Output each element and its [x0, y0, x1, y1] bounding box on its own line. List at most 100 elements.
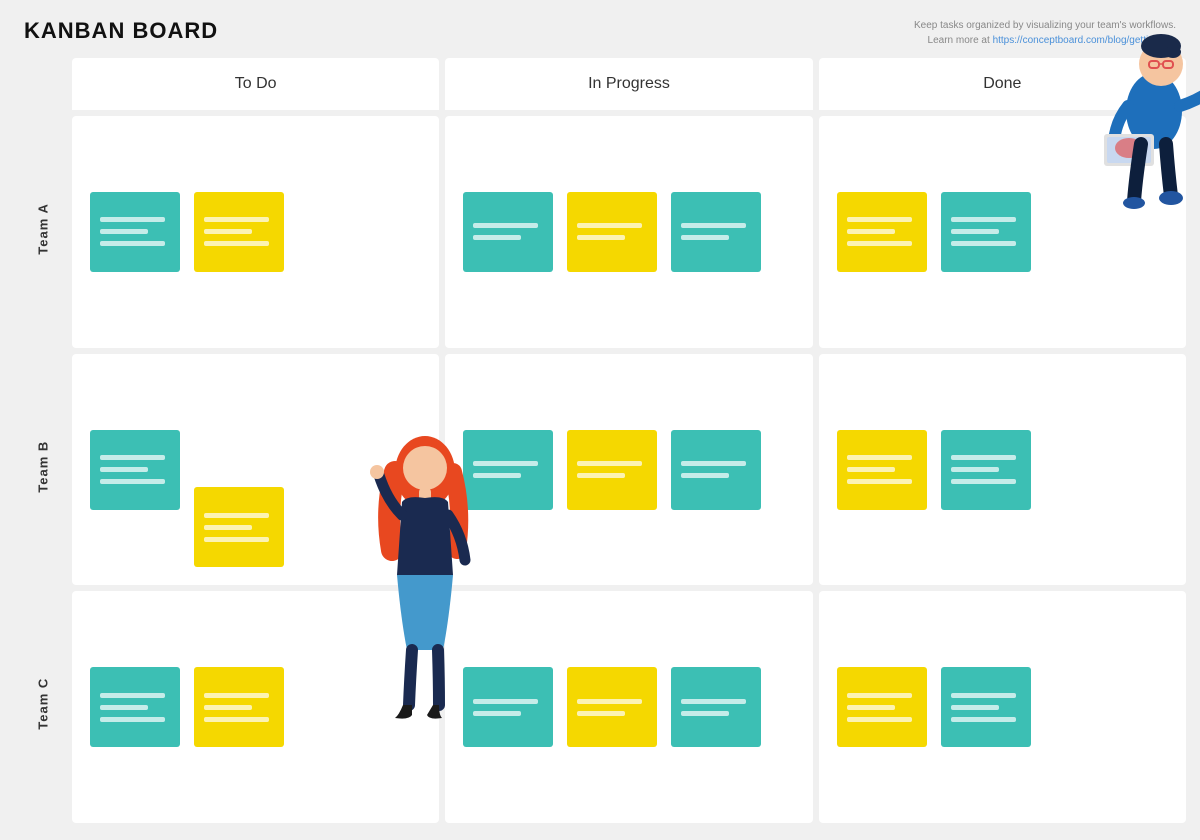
- card-line: [681, 461, 746, 466]
- card-line: [100, 717, 165, 722]
- card-line: [847, 455, 912, 460]
- card-line: [473, 473, 521, 478]
- card-line: [847, 479, 912, 484]
- board-rows: [72, 116, 1186, 823]
- header: KANBAN BOARD Keep tasks organized by vis…: [0, 0, 1200, 58]
- card-b-done-2: [941, 430, 1031, 510]
- card-c-ip-2: [567, 667, 657, 747]
- card-line: [681, 711, 729, 716]
- card-line: [847, 717, 912, 722]
- card-line: [100, 241, 165, 246]
- col-header-done: Done: [819, 58, 1186, 110]
- card-line: [681, 235, 729, 240]
- card-line: [100, 229, 148, 234]
- card-line: [577, 473, 625, 478]
- card-line: [577, 711, 625, 716]
- card-a-todo-1: [90, 192, 180, 272]
- card-b-done-1: [837, 430, 927, 510]
- card-a-ip-2: [567, 192, 657, 272]
- card-line: [951, 479, 1016, 484]
- card-line: [204, 241, 269, 246]
- card-line: [100, 705, 148, 710]
- card-line: [577, 699, 642, 704]
- card-b-todo-1: [90, 430, 180, 510]
- board-row-team-b: [72, 354, 1186, 586]
- cell-b-done: [819, 354, 1186, 586]
- cell-a-todo: [72, 116, 439, 348]
- card-line: [100, 467, 148, 472]
- card-line: [847, 467, 895, 472]
- card-line: [681, 699, 746, 704]
- row-label-team-c: Team C: [14, 585, 72, 823]
- card-a-ip-3: [671, 192, 761, 272]
- card-line: [100, 693, 165, 698]
- header-link[interactable]: https://conceptboard.com/blog/getting-s.…: [993, 35, 1176, 46]
- card-line: [951, 717, 1016, 722]
- card-line: [204, 693, 269, 698]
- cell-a-inprogress: [445, 116, 812, 348]
- card-line: [847, 241, 912, 246]
- card-line: [100, 479, 165, 484]
- card-line: [577, 235, 625, 240]
- card-a-ip-1: [463, 192, 553, 272]
- card-b-ip-2: [567, 430, 657, 510]
- board: To Do In Progress Done: [72, 58, 1186, 823]
- card-line: [951, 693, 1016, 698]
- card-b-todo-2: [194, 487, 284, 567]
- card-line: [847, 229, 895, 234]
- card-line: [473, 223, 538, 228]
- col-header-inprogress: In Progress: [445, 58, 812, 110]
- card-line: [847, 693, 912, 698]
- card-a-done-1: [837, 192, 927, 272]
- card-line: [577, 223, 642, 228]
- row-label-team-b: Team B: [14, 348, 72, 586]
- cell-c-todo: [72, 591, 439, 823]
- card-line: [951, 467, 999, 472]
- card-c-done-2: [941, 667, 1031, 747]
- card-line: [951, 705, 999, 710]
- card-line: [951, 217, 1016, 222]
- card-line: [681, 223, 746, 228]
- card-line: [473, 461, 538, 466]
- column-headers: To Do In Progress Done: [72, 58, 1186, 110]
- cell-b-todo: [72, 354, 439, 586]
- card-line: [951, 455, 1016, 460]
- cell-c-done: [819, 591, 1186, 823]
- card-line: [473, 711, 521, 716]
- card-line: [204, 217, 269, 222]
- card-b-ip-3: [671, 430, 761, 510]
- card-line: [204, 537, 269, 542]
- card-line: [204, 525, 252, 530]
- card-line: [473, 699, 538, 704]
- card-line: [847, 705, 895, 710]
- board-row-team-a: [72, 116, 1186, 348]
- card-c-ip-1: [463, 667, 553, 747]
- card-a-todo-2: [194, 192, 284, 272]
- row-labels: Team A Team B Team C: [14, 58, 72, 823]
- board-row-team-c: [72, 591, 1186, 823]
- card-c-ip-3: [671, 667, 761, 747]
- card-line: [473, 235, 521, 240]
- card-line: [100, 455, 165, 460]
- card-c-todo-1: [90, 667, 180, 747]
- card-line: [204, 229, 252, 234]
- col-header-todo: To Do: [72, 58, 439, 110]
- cell-a-done: [819, 116, 1186, 348]
- card-line: [577, 461, 642, 466]
- card-line: [847, 217, 912, 222]
- cell-b-inprogress: [445, 354, 812, 586]
- card-a-done-2: [941, 192, 1031, 272]
- cell-c-inprogress: [445, 591, 812, 823]
- page-title: KANBAN BOARD: [24, 18, 218, 44]
- card-c-done-1: [837, 667, 927, 747]
- card-line: [951, 241, 1016, 246]
- card-line: [681, 473, 729, 478]
- card-line: [100, 217, 165, 222]
- card-line: [204, 717, 269, 722]
- card-line: [204, 705, 252, 710]
- card-line: [951, 229, 999, 234]
- row-label-team-a: Team A: [14, 110, 72, 348]
- card-line: [204, 513, 269, 518]
- card-b-ip-1: [463, 430, 553, 510]
- board-wrapper: Team A Team B Team C To Do In Progress D…: [0, 58, 1200, 833]
